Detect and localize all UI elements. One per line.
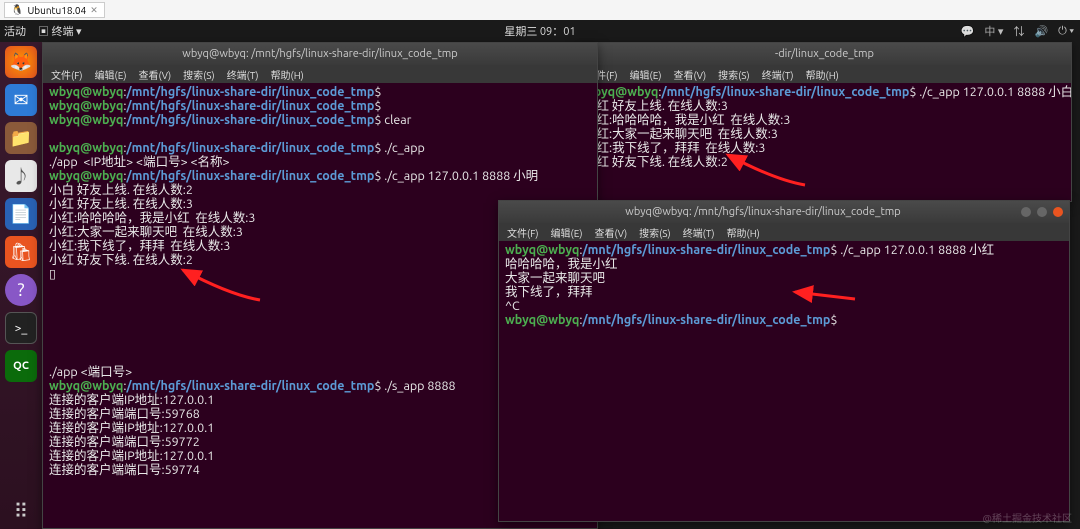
annotation-arrow-2 <box>720 150 810 194</box>
term1-titlebar[interactable]: wbyq@wbyq: /mnt/hgfs/linux-share-dir/lin… <box>43 43 597 65</box>
writer-icon[interactable]: 📄 <box>5 198 37 230</box>
menu-help[interactable]: 帮助(H) <box>271 67 304 82</box>
menu-view[interactable]: 查看(V) <box>138 67 171 82</box>
terminal-window-3[interactable]: wbyq@wbyq: /mnt/hgfs/linux-share-dir/lin… <box>498 200 1070 522</box>
menu-terminal[interactable]: 终端(T) <box>762 67 794 82</box>
term2-menubar: 文件(F) 编辑(E) 查看(V) 搜索(S) 终端(T) 帮助(H) <box>578 65 1071 83</box>
menu-edit[interactable]: 编辑(E) <box>551 225 583 240</box>
annotation-arrow-1 <box>175 265 265 309</box>
close-icon[interactable]: ✕ <box>90 5 98 16</box>
term1-title: wbyq@wbyq: /mnt/hgfs/linux-share-dir/lin… <box>49 48 591 60</box>
speaker-icon[interactable]: 🔊 <box>1034 25 1048 38</box>
term2-title: -dir/linux_code_tmp <box>584 48 1065 60</box>
clock[interactable]: 星期三 09：01 <box>504 23 575 39</box>
host-tab[interactable]: 🐧 Ubuntu18.04 ✕ <box>4 2 105 18</box>
term3-body[interactable]: wbyq@wbyq:/mnt/hgfs/linux-share-dir/linu… <box>499 241 1069 521</box>
network-icon[interactable]: ⇅ <box>1013 23 1024 39</box>
files-icon[interactable]: 📁 <box>5 122 37 154</box>
menu-view[interactable]: 查看(V) <box>594 225 627 240</box>
thunderbird-icon[interactable]: ✉ <box>5 84 37 116</box>
power-icon[interactable]: ⏻ ▾ <box>1058 25 1074 38</box>
close-icon[interactable] <box>1053 207 1063 217</box>
term2-body[interactable]: wbyq@wbyq:/mnt/hgfs/linux-share-dir/linu… <box>578 83 1071 201</box>
notifications-icon[interactable]: 💬 <box>961 25 975 38</box>
annotation-arrow-3 <box>790 287 860 309</box>
watermark: @稀土掘金技术社区 <box>983 510 1072 525</box>
menu-search[interactable]: 搜索(S) <box>639 225 671 240</box>
activities-button[interactable]: 活动 <box>4 23 26 39</box>
input-method-indicator[interactable]: 中 ▾ <box>984 23 1003 39</box>
menu-edit[interactable]: 编辑(E) <box>630 67 662 82</box>
menu-file[interactable]: 文件(F) <box>51 67 83 82</box>
host-tab-label: Ubuntu18.04 <box>27 5 86 16</box>
ubuntu-icon: 🐧 <box>11 4 23 16</box>
menu-search[interactable]: 搜索(S) <box>183 67 215 82</box>
minimize-icon[interactable] <box>1021 207 1031 217</box>
term3-menubar: 文件(F) 编辑(E) 查看(V) 搜索(S) 终端(T) 帮助(H) <box>499 223 1069 241</box>
terminal-icon[interactable]: >_ <box>5 312 37 344</box>
menu-view[interactable]: 查看(V) <box>673 67 706 82</box>
term3-title: wbyq@wbyq: /mnt/hgfs/linux-share-dir/lin… <box>505 206 1021 218</box>
menu-help[interactable]: 帮助(H) <box>727 225 760 240</box>
launcher-dock: 🦊 ✉ 📁 ♪ 📄 🛍 ? >_ QC ⠿ <box>0 42 42 529</box>
term3-titlebar[interactable]: wbyq@wbyq: /mnt/hgfs/linux-share-dir/lin… <box>499 201 1069 223</box>
terminal-window-2[interactable]: -dir/linux_code_tmp 文件(F) 编辑(E) 查看(V) 搜索… <box>577 42 1072 202</box>
software-icon[interactable]: 🛍 <box>5 236 37 268</box>
rhythmbox-icon[interactable]: ♪ <box>5 160 37 192</box>
terminal-app-label[interactable]: ▣ 终端 ▾ <box>38 23 82 39</box>
menu-terminal[interactable]: 终端(T) <box>683 225 715 240</box>
system-tray[interactable]: 💬 中 ▾ ⇅ 🔊 ⏻ ▾ <box>961 23 1074 39</box>
qtcreator-icon[interactable]: QC <box>5 350 37 382</box>
show-applications-icon[interactable]: ⠿ <box>14 499 29 523</box>
help-icon[interactable]: ? <box>5 274 37 306</box>
maximize-icon[interactable] <box>1037 207 1047 217</box>
firefox-icon[interactable]: 🦊 <box>5 46 37 78</box>
menu-edit[interactable]: 编辑(E) <box>95 67 127 82</box>
term2-titlebar[interactable]: -dir/linux_code_tmp <box>578 43 1071 65</box>
menu-terminal[interactable]: 终端(T) <box>227 67 259 82</box>
menu-file[interactable]: 文件(F) <box>507 225 539 240</box>
menu-help[interactable]: 帮助(H) <box>806 67 839 82</box>
menu-search[interactable]: 搜索(S) <box>718 67 750 82</box>
term1-menubar: 文件(F) 编辑(E) 查看(V) 搜索(S) 终端(T) 帮助(H) <box>43 65 597 83</box>
host-tab-bar: 🐧 Ubuntu18.04 ✕ <box>0 0 1080 20</box>
gnome-top-bar: 活动 ▣ 终端 ▾ 星期三 09：01 💬 中 ▾ ⇅ 🔊 ⏻ ▾ <box>0 20 1080 42</box>
